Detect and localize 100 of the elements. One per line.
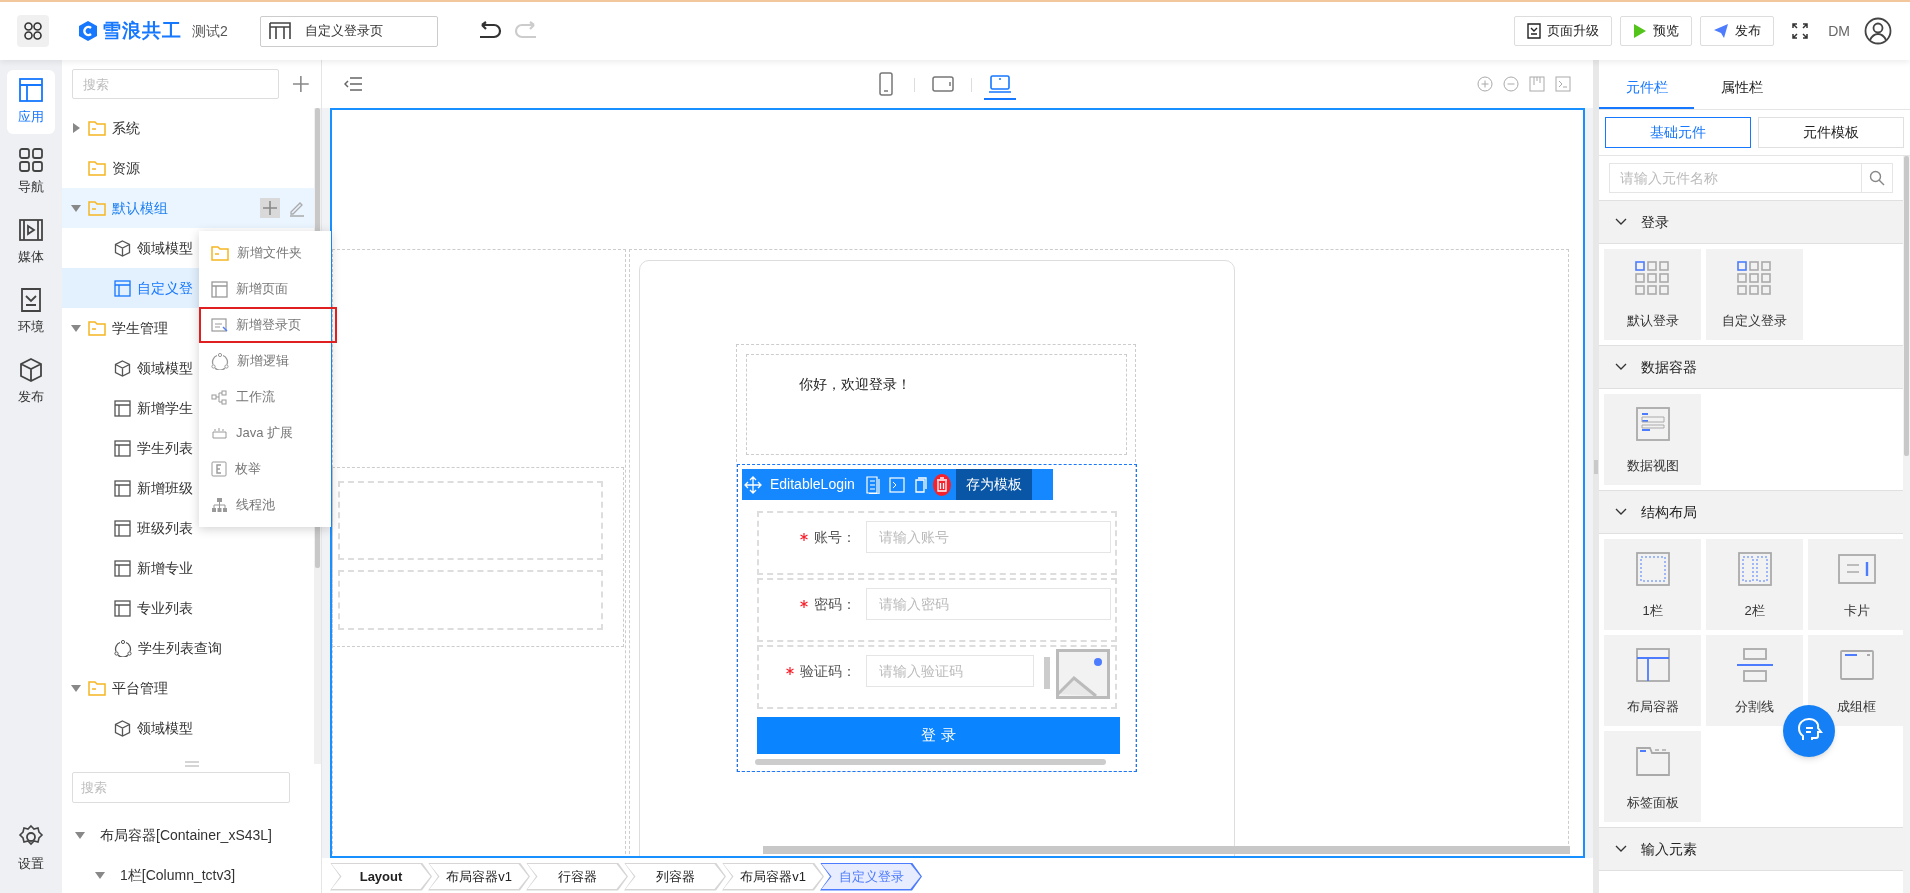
collapse-panel-icon[interactable] <box>344 76 364 92</box>
tree-item[interactable]: 资源 <box>62 148 314 188</box>
cycle-icon <box>211 352 229 370</box>
layout-icon[interactable] <box>1529 76 1545 92</box>
menu-item[interactable]: 线程池 <box>199 487 331 523</box>
menu-item[interactable]: 工作流 <box>199 379 331 415</box>
menu-item[interactable]: 枚举 <box>199 451 331 487</box>
breadcrumb-item[interactable]: 布局容器v1 <box>722 862 824 891</box>
tree-item[interactable]: 系统 <box>62 108 314 148</box>
section-header[interactable]: 输入元素 <box>1599 827 1903 871</box>
expand-arrow-icon[interactable] <box>70 122 82 134</box>
add-icon[interactable] <box>260 198 280 218</box>
project-name: 测试2 <box>192 21 228 41</box>
save-template-button[interactable]: 存为模板 <box>955 469 1032 500</box>
collapse-arrow-icon[interactable] <box>94 869 106 881</box>
workflow-icon <box>211 389 228 405</box>
component-tile[interactable]: 标签面板 <box>1604 731 1701 822</box>
page-layout-icon <box>211 280 228 298</box>
zoom-out-icon[interactable] <box>1503 76 1519 92</box>
folder-icon <box>88 680 106 696</box>
input-field[interactable]: 请输入账号 <box>866 521 1111 553</box>
component-tile[interactable]: 自定义登录 <box>1706 249 1803 340</box>
tree-item[interactable]: 新增专业 <box>62 548 314 588</box>
collapse-arrow-icon[interactable] <box>70 202 82 214</box>
sidebar-item[interactable]: 导航 <box>7 140 55 204</box>
trash-icon[interactable] <box>932 473 951 496</box>
sidebar-item[interactable]: 应用 <box>7 70 55 134</box>
zoom-in-icon[interactable] <box>1477 76 1493 92</box>
search-field[interactable]: 请输入元件名称 <box>1609 163 1862 193</box>
section-header[interactable]: 数据容器 <box>1599 345 1903 389</box>
resize-handle-icon[interactable] <box>1594 460 1598 474</box>
subtab[interactable]: 基础元件 <box>1605 117 1751 148</box>
folder-icon <box>211 245 229 261</box>
outline-item[interactable]: 布局容器[Container_xS43L] <box>62 815 321 855</box>
breadcrumb-item[interactable]: Layout <box>330 862 432 891</box>
tree-item[interactable]: 领域模型 <box>62 708 314 748</box>
card-icon <box>1836 552 1877 585</box>
section-header[interactable]: 结构布局 <box>1599 490 1903 534</box>
component-tile[interactable]: 2栏 <box>1706 539 1803 630</box>
collapse-arrow-icon[interactable] <box>70 682 82 694</box>
sidebar-item[interactable]: 发布 <box>7 350 55 414</box>
menu-item[interactable]: 新增登录页 <box>199 307 337 343</box>
input-field[interactable]: 请输入验证码 <box>866 655 1034 687</box>
component-tile[interactable]: 默认登录 <box>1604 249 1701 340</box>
add-icon[interactable] <box>291 74 311 94</box>
move-icon[interactable] <box>744 475 762 494</box>
apps-grid-icon[interactable] <box>23 21 43 41</box>
page-layout-icon <box>114 279 131 297</box>
input-field[interactable]: 请输入密码 <box>866 588 1111 620</box>
copy-icon[interactable] <box>912 476 927 493</box>
terminal-icon[interactable] <box>1555 76 1571 92</box>
preview-button[interactable]: 预览 <box>1620 16 1693 46</box>
grid-icon <box>18 147 44 174</box>
scrollbar-thumb[interactable] <box>1904 156 1909 456</box>
fullscreen-icon[interactable] <box>1792 23 1809 39</box>
drag-handle-icon[interactable] <box>185 760 199 768</box>
scrollbar-thumb <box>1044 657 1050 689</box>
sidebar-item[interactable]: 媒体 <box>7 210 55 274</box>
document-icon[interactable] <box>864 475 881 494</box>
tree-item[interactable]: 平台管理 <box>62 668 314 708</box>
user-initials: DM <box>1828 21 1850 41</box>
search-icon[interactable] <box>1869 170 1885 186</box>
collapse-arrow-icon[interactable] <box>74 829 86 841</box>
tree-item[interactable]: 学生列表查询 <box>62 628 314 668</box>
upgrade-button[interactable]: 页面升级 <box>1514 16 1613 46</box>
image-placeholder-icon <box>1056 649 1110 699</box>
greeting-text: 你好，欢迎登录！ <box>799 375 911 394</box>
tree-item[interactable]: 专业列表 <box>62 588 314 628</box>
menu-item[interactable]: 新增逻辑 <box>199 343 331 379</box>
component-tile[interactable]: 布局容器 <box>1604 635 1701 726</box>
page-selector[interactable]: 自定义登录页 <box>259 15 438 47</box>
sidebar-item[interactable]: 环境 <box>7 280 55 344</box>
component-tile[interactable]: 成组框 <box>1808 635 1903 726</box>
outline-item[interactable]: 1栏[Column_tctv3] <box>62 855 321 893</box>
page-layout-icon <box>114 599 131 617</box>
publish-button[interactable]: 发布 <box>1700 16 1775 46</box>
cube-icon <box>114 719 131 737</box>
login-button[interactable]: 登 录 <box>757 717 1120 754</box>
single-column-icon <box>1634 550 1671 587</box>
sidebar-item[interactable]: 设置 <box>7 817 55 881</box>
search-field[interactable]: 搜索 <box>72 69 280 99</box>
search-field[interactable]: 搜索 <box>72 772 290 803</box>
page-layout-icon <box>114 559 131 577</box>
breadcrumb-item[interactable]: 布局容器v1 <box>428 862 530 891</box>
section-header[interactable]: 登录 <box>1599 200 1903 244</box>
subtab[interactable]: 元件模板 <box>1758 117 1904 148</box>
avatar-icon[interactable] <box>1864 17 1892 45</box>
breadcrumb-item[interactable]: 行容器 <box>526 862 628 891</box>
collapse-arrow-icon[interactable] <box>70 322 82 334</box>
paper-plane-icon <box>1713 23 1730 39</box>
menu-item[interactable]: 新增文件夹 <box>199 235 331 271</box>
component-tile[interactable]: 分割线 <box>1706 635 1803 726</box>
breadcrumb-item[interactable]: 列容器 <box>624 862 726 891</box>
component-tile[interactable]: 卡片 <box>1808 539 1903 630</box>
component-tile[interactable]: 数据视图 <box>1604 394 1701 485</box>
panel-tab[interactable]: 属性栏 <box>1694 67 1789 109</box>
tree-item[interactable]: 默认模组 <box>62 188 314 228</box>
menu-item[interactable]: Java 扩展 <box>199 415 331 451</box>
component-tile[interactable]: 1栏 <box>1604 539 1701 630</box>
panel-tab[interactable]: 元件栏 <box>1599 67 1694 109</box>
